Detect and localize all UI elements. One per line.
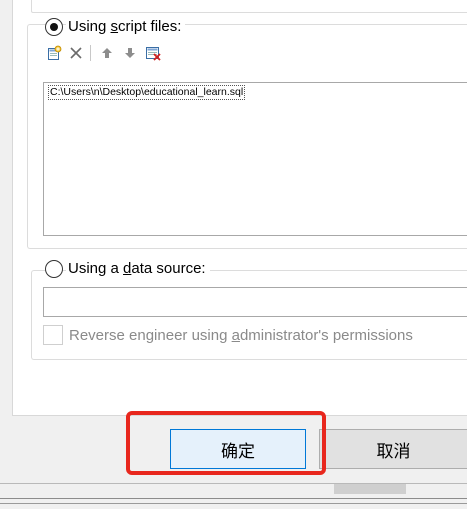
- script-files-label: Using script files:: [66, 17, 186, 37]
- reverse-engineer-checkbox[interactable]: [43, 325, 63, 345]
- radio-selected-dot: [49, 22, 58, 31]
- previous-group-box: [31, 0, 467, 13]
- script-files-list[interactable]: C:\Users\n\Desktop\educational_learn.sql: [43, 82, 467, 236]
- script-files-radio[interactable]: [45, 18, 63, 36]
- highlight-box: [126, 411, 326, 475]
- data-source-radio[interactable]: [45, 260, 63, 278]
- add-file-icon[interactable]: [46, 45, 62, 61]
- cancel-button[interactable]: 取消: [319, 429, 467, 469]
- data-source-input[interactable]: [43, 287, 467, 317]
- scroll-thumb[interactable]: [334, 484, 406, 494]
- arrow-down-icon[interactable]: [122, 45, 138, 61]
- arrow-up-icon[interactable]: [99, 45, 115, 61]
- remove-all-icon[interactable]: [145, 45, 161, 61]
- divider: [0, 498, 467, 499]
- delete-x-icon[interactable]: [68, 45, 84, 61]
- divider: [0, 503, 467, 504]
- toolbar-separator: [90, 45, 91, 61]
- left-margin: [0, 0, 12, 415]
- data-source-label: Using a data source:: [66, 259, 210, 279]
- list-item[interactable]: C:\Users\n\Desktop\educational_learn.sql: [48, 85, 246, 100]
- reverse-engineer-label: Reverse engineer using administrator's p…: [69, 327, 413, 344]
